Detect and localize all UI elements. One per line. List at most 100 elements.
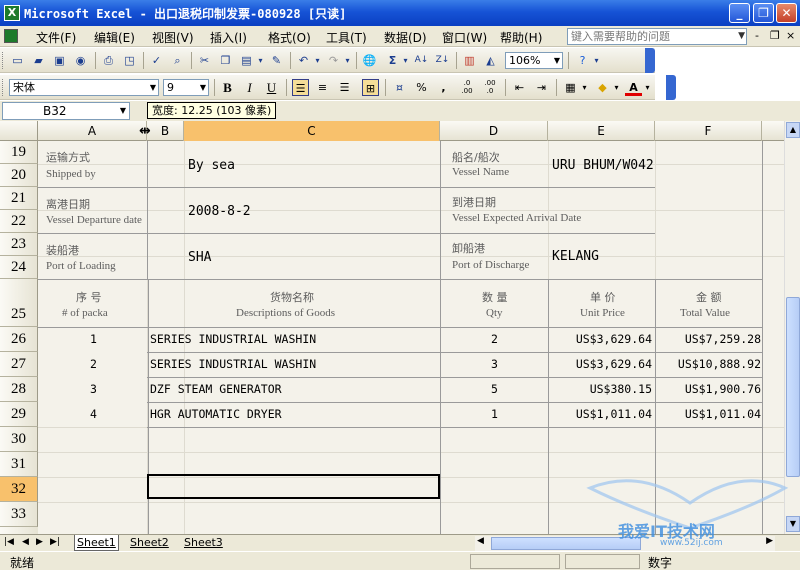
increase-indent-icon[interactable]: ⇥ [533, 79, 550, 96]
item-desc[interactable]: SERIES INDUSTRIAL WASHIN [150, 357, 316, 371]
drawing-icon[interactable]: ◭ [482, 52, 499, 69]
first-sheet-icon[interactable]: |◀ [4, 537, 14, 547]
chevron-down-icon[interactable]: ▼ [150, 80, 156, 95]
doc-close-button[interactable]: × [786, 29, 795, 42]
menu-window[interactable]: 窗口(W) [442, 29, 487, 46]
copy-icon[interactable]: ❐ [217, 52, 234, 69]
item-total[interactable]: US$1,900.76 [685, 382, 761, 396]
item-total[interactable]: US$10,888.92 [678, 357, 761, 371]
chevron-down-icon[interactable]: ▼ [120, 103, 126, 119]
item-qty[interactable]: 5 [491, 382, 498, 396]
bold-button[interactable]: B [219, 79, 236, 96]
help-icon[interactable]: ? [574, 52, 591, 69]
column-header-a[interactable]: A [38, 121, 147, 141]
value-vessel-name[interactable]: URU BHUM/W042 [552, 158, 654, 173]
font-color-chevron-icon[interactable]: ▾ [643, 79, 652, 96]
tab-sheet3[interactable]: Sheet3 [182, 535, 225, 551]
borders-icon[interactable]: ▦ [562, 79, 579, 96]
item-price[interactable]: US$3,629.64 [576, 332, 652, 346]
paste-options-chevron-icon[interactable]: ▾ [256, 52, 265, 69]
item-desc[interactable]: HGR AUTOMATIC DRYER [150, 407, 282, 421]
restore-button[interactable]: ❐ [753, 3, 774, 23]
zoom-select[interactable]: 106% ▼ [505, 52, 563, 69]
next-sheet-icon[interactable]: ▶ [36, 537, 43, 547]
toolbar-options-icon[interactable] [666, 75, 676, 100]
item-desc[interactable]: SERIES INDUSTRIAL WASHIN [150, 332, 316, 346]
column-header-c[interactable]: C [184, 121, 440, 141]
format-painter-icon[interactable]: ✎ [268, 52, 285, 69]
item-no[interactable]: 2 [90, 357, 97, 371]
font-color-icon[interactable]: A [625, 79, 642, 96]
row-header[interactable]: 26 [0, 327, 38, 352]
redo-chevron-icon[interactable]: ▾ [343, 52, 352, 69]
item-no[interactable]: 3 [90, 382, 97, 396]
fill-chevron-icon[interactable]: ▾ [612, 79, 621, 96]
name-box[interactable]: B32 ▼ [2, 102, 130, 120]
menu-help[interactable]: 帮助(H) [500, 29, 542, 46]
tab-sheet2[interactable]: Sheet2 [128, 535, 171, 551]
toolbar-grip[interactable] [2, 52, 5, 69]
underline-button[interactable]: U [263, 79, 280, 96]
column-header-e[interactable]: E [548, 121, 655, 141]
decrease-indent-icon[interactable]: ⇤ [511, 79, 528, 96]
select-all-corner[interactable] [0, 121, 38, 141]
vertical-scroll-thumb[interactable] [786, 297, 800, 477]
font-size-select[interactable]: 9 ▼ [163, 79, 209, 96]
print-icon[interactable]: ⎙ [100, 52, 117, 69]
merge-center-icon[interactable]: ⊞ [362, 79, 379, 96]
research-icon[interactable]: ⌕ [169, 52, 186, 69]
column-header-f[interactable]: F [655, 121, 762, 141]
redo-icon[interactable]: ↷ [325, 52, 342, 69]
menu-view[interactable]: 视图(V) [152, 29, 194, 46]
row-header[interactable]: 23 [0, 233, 38, 256]
currency-icon[interactable]: ¤ [391, 79, 408, 96]
item-price[interactable]: US$1,011.04 [576, 407, 652, 421]
prev-sheet-icon[interactable]: ◀ [22, 537, 29, 547]
row-header[interactable]: 19 [0, 141, 38, 164]
column-header-b[interactable]: B [147, 121, 184, 141]
menu-tools[interactable]: 工具(T) [326, 29, 367, 46]
percent-button[interactable]: % [413, 79, 430, 96]
item-no[interactable]: 1 [90, 332, 97, 346]
row-header[interactable]: 24 [0, 256, 38, 279]
chevron-down-icon[interactable]: ▼ [554, 53, 560, 68]
paste-icon[interactable]: ▤ [238, 52, 255, 69]
scroll-up-icon[interactable]: ▲ [786, 122, 800, 138]
row-header[interactable]: 21 [0, 187, 38, 210]
selected-cell-b32[interactable] [147, 474, 440, 499]
menu-insert[interactable]: 插入(I) [210, 29, 247, 46]
row-header[interactable]: 22 [0, 210, 38, 233]
increase-decimal-button[interactable]: .0 .00 [457, 79, 477, 96]
minimize-button[interactable]: _ [729, 3, 750, 23]
align-left-icon[interactable]: ☰ [292, 79, 309, 96]
align-center-icon[interactable]: ≡ [314, 79, 331, 96]
sort-descending-icon[interactable]: Z↓ [434, 52, 451, 69]
autosum-chevron-icon[interactable]: ▾ [401, 52, 410, 69]
item-total[interactable]: US$7,259.28 [685, 332, 761, 346]
item-price[interactable]: US$3,629.64 [576, 357, 652, 371]
item-desc[interactable]: DZF STEAM GENERATOR [150, 382, 282, 396]
tab-sheet1[interactable]: Sheet1 [74, 535, 119, 551]
row-header[interactable]: 28 [0, 377, 38, 402]
chevron-down-icon[interactable]: ▼ [200, 80, 206, 95]
doc-restore-button[interactable]: ❐ [770, 29, 780, 42]
row-header-active[interactable]: 32 [0, 477, 38, 502]
menu-edit[interactable]: 编辑(E) [94, 29, 135, 46]
cut-icon[interactable]: ✂ [196, 52, 213, 69]
row-header[interactable]: 31 [0, 452, 38, 477]
row-header[interactable]: 25 [0, 279, 38, 327]
scroll-left-icon[interactable]: ◀ [477, 536, 484, 546]
autosum-icon[interactable]: Σ [384, 52, 401, 69]
spelling-icon[interactable]: ✓ [148, 52, 165, 69]
column-header-d[interactable]: D [440, 121, 548, 141]
chart-wizard-icon[interactable]: ▥ [461, 52, 478, 69]
doc-minimize-button[interactable]: - [755, 29, 759, 42]
borders-chevron-icon[interactable]: ▾ [580, 79, 589, 96]
help-chevron-icon[interactable]: ▾ [592, 52, 601, 69]
hyperlink-icon[interactable]: 🌐 [361, 52, 378, 69]
value-port-of-loading[interactable]: SHA [188, 250, 211, 265]
value-shipped-by[interactable]: By sea [188, 158, 235, 173]
close-button[interactable]: ✕ [776, 3, 797, 23]
help-search-input[interactable]: 键入需要帮助的问题 ▼ [567, 28, 747, 45]
align-right-icon[interactable]: ☰ [336, 79, 353, 96]
